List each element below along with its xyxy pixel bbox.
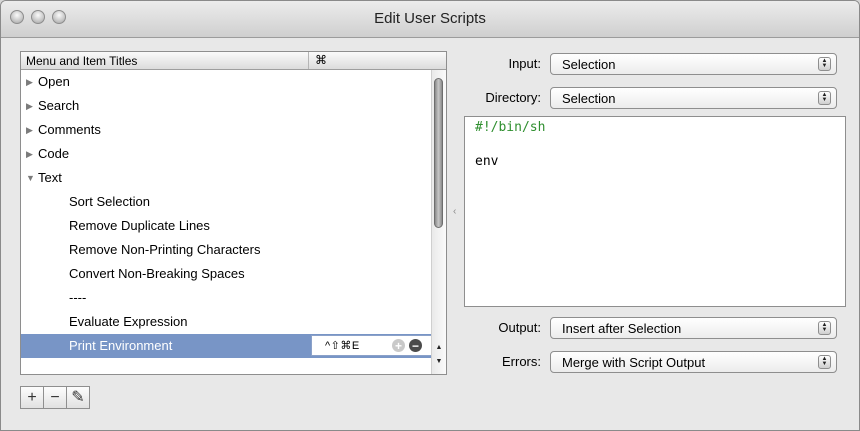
popup-arrows-icon: ▲ ▼ [818,321,831,335]
directory-value: Selection [562,91,616,106]
vertical-scrollbar[interactable]: ▲ ▼ [431,70,446,374]
list-group-code[interactable]: ▶ Code [21,142,432,166]
editor-line: #!/bin/sh [475,120,546,135]
script-editor[interactable]: #!/bin/sh env [464,116,846,307]
list-group-text[interactable]: ▼ Text [21,166,432,190]
disclosure-triangle-icon[interactable]: ▶ [26,70,33,94]
item-label: Print Environment [69,338,173,353]
disclosure-triangle-expanded-icon[interactable]: ▼ [26,166,35,190]
shortcut-recorder-field[interactable]: ^⇧⌘E + − [311,335,434,356]
split-view-grip-icon[interactable]: ‹ [453,206,456,217]
edit-script-button[interactable]: ✎ [66,386,90,409]
item-label: Convert Non-Breaking Spaces [69,266,245,281]
group-label: Text [38,170,62,185]
title-bar: Edit User Scripts [1,1,859,38]
errors-popup[interactable]: Merge with Script Output ▲ ▼ [550,351,837,373]
column-header-shortcut[interactable]: ⌘ [315,53,327,67]
errors-label: Errors: [502,354,541,369]
scroll-down-arrow-icon[interactable]: ▼ [432,358,446,365]
group-label: Code [38,146,70,161]
input-popup[interactable]: Selection ▲ ▼ [550,53,837,75]
disclosure-triangle-icon[interactable]: ▶ [26,118,33,142]
popup-arrows-icon: ▲ ▼ [818,355,831,369]
list-item[interactable]: Convert Non-Breaking Spaces [21,262,432,286]
list-item[interactable]: Remove Non-Printing Characters [21,238,432,262]
list-group-search[interactable]: ▶ Search [21,94,432,118]
disclosure-triangle-icon[interactable]: ▶ [26,94,33,118]
list-item[interactable]: Sort Selection [21,190,432,214]
column-divider[interactable] [308,52,309,69]
clear-shortcut-icon[interactable]: − [409,339,422,353]
shortcut-value: ^⇧⌘E [325,340,360,352]
list-rows: ▶ Open ▶ Search ▶ Comments ▶ Code ▼ Text… [21,70,434,358]
group-label: Comments [38,122,101,137]
remove-script-button[interactable]: − [43,386,67,409]
column-header-titles[interactable]: Menu and Item Titles [26,54,137,68]
list-group-open[interactable]: ▶ Open [21,70,432,94]
item-label: Sort Selection [69,194,150,209]
output-value: Insert after Selection [562,321,682,336]
group-label: Search [38,98,80,113]
list-item[interactable]: Remove Duplicate Lines [21,214,432,238]
add-script-button[interactable]: + [20,386,44,409]
group-label: Open [38,74,70,89]
scripts-outline-list[interactable]: Menu and Item Titles ⌘ ▶ Open ▶ Search ▶… [20,51,447,375]
popup-arrows-icon: ▲ ▼ [818,57,831,71]
window-title: Edit User Scripts [374,10,486,27]
list-item[interactable]: Evaluate Expression [21,310,432,334]
directory-popup[interactable]: Selection ▲ ▼ [550,87,837,109]
scroll-up-arrow-icon[interactable]: ▲ [432,344,446,351]
scrollbar-thumb[interactable] [434,78,443,228]
item-label: ---- [69,290,87,305]
item-label: Evaluate Expression [69,314,188,329]
input-value: Selection [562,57,616,72]
input-label: Input: [508,56,541,71]
disclosure-triangle-icon[interactable]: ▶ [26,142,33,166]
errors-value: Merge with Script Output [562,355,706,370]
list-item-separator[interactable]: ---- [21,286,432,310]
list-item-selected[interactable]: Print Environment ^⇧⌘E + − [21,334,434,358]
edit-user-scripts-window: Edit User Scripts Menu and Item Titles ⌘… [0,0,860,431]
list-header: Menu and Item Titles ⌘ [21,52,446,70]
item-label: Remove Duplicate Lines [69,218,210,233]
output-popup[interactable]: Insert after Selection ▲ ▼ [550,317,837,339]
item-label: Remove Non-Printing Characters [69,242,261,257]
list-group-comments[interactable]: ▶ Comments [21,118,432,142]
output-label: Output: [498,320,541,335]
directory-label: Directory: [485,90,541,105]
editor-line: env [475,154,499,169]
popup-arrows-icon: ▲ ▼ [818,91,831,105]
add-shortcut-icon[interactable]: + [392,339,405,353]
